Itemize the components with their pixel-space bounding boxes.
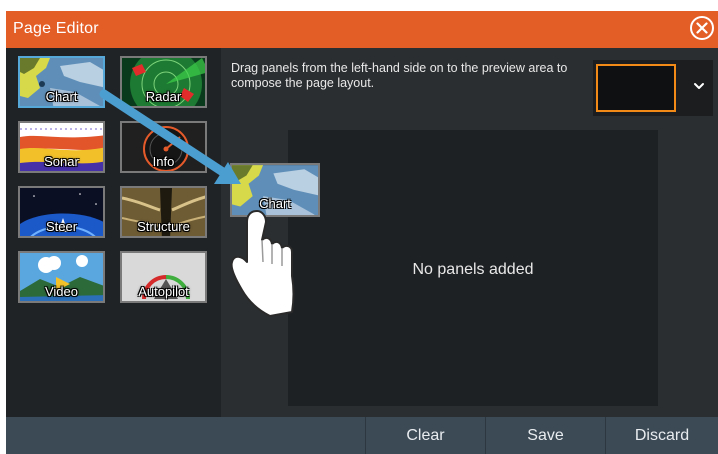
panel-tile-video[interactable]: Video bbox=[18, 251, 105, 303]
layout-selector[interactable] bbox=[593, 60, 713, 116]
panel-tile-autopilot[interactable]: Autopilot bbox=[120, 251, 207, 303]
panel-label: Info bbox=[152, 154, 175, 169]
clear-button[interactable]: Clear bbox=[365, 417, 485, 454]
layout-area: Drag panels from the left-hand side on t… bbox=[221, 48, 718, 417]
panel-label: Steer bbox=[45, 219, 78, 234]
page-preview-area[interactable]: No panels added bbox=[288, 130, 658, 406]
close-button[interactable] bbox=[690, 16, 714, 40]
panel-tile-chart[interactable]: Chart bbox=[18, 56, 105, 108]
panel-label: Sonar bbox=[44, 154, 79, 169]
panel-list: Chart Radar Sonar Info Steer Structure V… bbox=[6, 48, 221, 417]
panel-label: Chart bbox=[45, 89, 78, 104]
panel-tile-radar[interactable]: Radar bbox=[120, 56, 207, 108]
panel-tile-structure[interactable]: Structure bbox=[120, 186, 207, 238]
panel-tile-info[interactable]: Info bbox=[120, 121, 207, 173]
layout-thumbnail[interactable] bbox=[596, 64, 676, 112]
action-bar: Clear Save Discard bbox=[6, 417, 718, 454]
panel-tile-sonar[interactable]: Sonar bbox=[18, 121, 105, 173]
page-editor-window: Page Editor Chart Radar Sonar Info Steer… bbox=[6, 11, 718, 454]
panel-tile-steer[interactable]: Steer bbox=[18, 186, 105, 238]
window-title: Page Editor bbox=[13, 20, 99, 37]
instruction-text: Drag panels from the left-hand side on t… bbox=[231, 61, 568, 90]
panel-label: Autopilot bbox=[138, 284, 189, 299]
panel-label: Chart bbox=[259, 196, 291, 211]
panel-label: Video bbox=[44, 284, 78, 299]
panel-label: Radar bbox=[145, 89, 182, 104]
dragged-panel-chart[interactable]: Chart bbox=[230, 163, 320, 217]
layout-dropdown-button[interactable] bbox=[685, 60, 713, 116]
save-button[interactable]: Save bbox=[485, 417, 605, 454]
close-icon bbox=[696, 22, 708, 34]
chevron-down-icon bbox=[694, 83, 704, 89]
title-bar: Page Editor bbox=[6, 11, 718, 48]
panel-label: Structure bbox=[137, 219, 190, 234]
discard-button[interactable]: Discard bbox=[605, 417, 718, 454]
empty-preview-message: No panels added bbox=[412, 261, 534, 278]
